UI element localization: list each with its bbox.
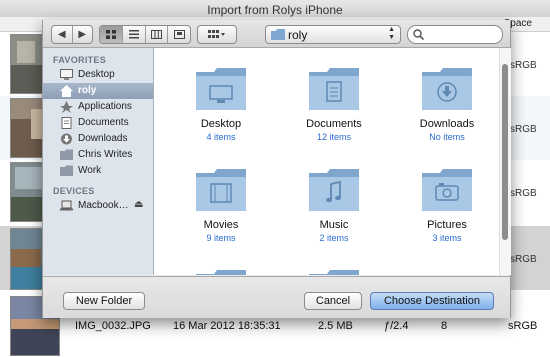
sidebar-item-label: Desktop (78, 69, 115, 80)
sidebar-item-label: roly (78, 85, 97, 96)
aperture-cell: ƒ/2.4 (384, 320, 409, 332)
color-space-cell: sRGB (510, 124, 537, 135)
home-icon (60, 85, 73, 97)
view-mode-control (99, 25, 191, 44)
folder-icon (60, 165, 73, 176)
color-space-cell: sRGB (508, 320, 538, 332)
updown-arrows-icon: ▲ ▼ (388, 26, 395, 41)
sidebar-item-macbook[interactable]: Macbook… ⏏ (43, 198, 153, 214)
folder-icon[interactable] (194, 268, 248, 275)
desktop-folder-icon (196, 68, 246, 110)
list-view-icon (128, 30, 139, 39)
back-button[interactable]: ◀ (52, 26, 73, 43)
date-cell: 16 Mar 2012 18:35:31 (173, 320, 281, 332)
chevron-right-icon: ▶ (78, 29, 87, 40)
folder-item-desktop[interactable]: Desktop 4 items (171, 66, 271, 142)
column-view-icon (150, 30, 162, 39)
sidebar-item-roly[interactable]: roly (43, 83, 153, 99)
folder-icon[interactable] (307, 268, 361, 275)
sidebar-item-chris-writes[interactable]: Chris Writes (43, 147, 153, 163)
sidebar-item-label: Downloads (78, 133, 128, 144)
movies-folder-icon (196, 169, 246, 211)
favorites-heading: FAVORITES (53, 55, 107, 65)
sidebar-item-label: Applications (78, 101, 132, 112)
window-title: Import from Rolys iPhone (207, 3, 343, 17)
folder-browser: Desktop 4 items Documents 12 items Downl… (154, 48, 499, 275)
search-field[interactable] (407, 25, 503, 44)
downloads-folder-icon (422, 68, 472, 110)
choose-destination-button[interactable]: Choose Destination (370, 292, 494, 310)
eject-icon[interactable]: ⏏ (134, 199, 143, 210)
pictures-folder-icon (422, 169, 472, 211)
scrollbar-thumb[interactable] (502, 64, 508, 240)
folder-count: No items (429, 132, 465, 142)
dialog-toolbar: ◀ ▶ roly ▲ ▼ (43, 20, 510, 48)
documents-icon (61, 117, 72, 129)
applications-icon (60, 101, 73, 113)
desktop-icon (60, 69, 73, 80)
back-forward-control: ◀ ▶ (51, 25, 93, 44)
sidebar-item-downloads[interactable]: Downloads (43, 131, 153, 147)
coverflow-view-icon (173, 30, 185, 39)
folder-item-music[interactable]: Music 2 items (284, 167, 384, 243)
column-view-button[interactable] (146, 26, 169, 43)
folder-count: 9 items (206, 233, 236, 243)
devices-heading: DEVICES (53, 186, 95, 196)
folder-item-movies[interactable]: Movies 9 items (171, 167, 271, 243)
folder-name: Pictures (427, 219, 467, 231)
folder-name: Music (319, 219, 349, 231)
icon-view-icon (105, 30, 116, 39)
color-space-cell: sRGB (510, 188, 537, 199)
folder-name: Documents (306, 118, 362, 130)
sidebar-item-work[interactable]: Work (43, 163, 153, 179)
sidebar-item-documents[interactable]: Documents (43, 115, 153, 131)
filename-cell: IMG_0032.JPG (75, 320, 151, 332)
folder-item-pictures[interactable]: Pictures 3 items (397, 167, 497, 243)
chevron-left-icon: ◀ (57, 29, 66, 40)
new-folder-button[interactable]: New Folder (63, 292, 145, 310)
count-cell: 8 (441, 320, 448, 332)
coverflow-view-button[interactable] (168, 26, 190, 43)
arrange-button[interactable] (197, 25, 237, 44)
folder-name: Desktop (200, 118, 242, 130)
folder-count: 12 items (316, 132, 351, 142)
documents-folder-icon (309, 68, 359, 110)
sidebar-item-label: Documents (78, 117, 129, 128)
folder-count: 4 items (206, 132, 236, 142)
forward-button[interactable]: ▶ (73, 26, 93, 43)
size-cell: 2.5 MB (318, 320, 353, 332)
sidebar: FAVORITES Desktop roly Applications Docu… (43, 48, 154, 275)
location-popup[interactable]: roly ▲ ▼ (265, 25, 401, 44)
grid-arrange-icon (208, 30, 225, 38)
downloads-icon (61, 133, 72, 145)
icon-view-button[interactable] (100, 26, 123, 43)
sidebar-item-label: Macbook… (78, 200, 129, 211)
dialog-button-bar: New Folder Cancel Choose Destination (43, 276, 510, 318)
sidebar-item-label: Work (78, 165, 102, 176)
folder-name: Movies (203, 219, 239, 231)
color-space-cell: sRGB (510, 254, 537, 265)
folder-item-documents[interactable]: Documents 12 items (284, 66, 384, 142)
save-dialog: ◀ ▶ roly ▲ ▼ FAVORITES Desktop roly Appl… (42, 20, 511, 318)
sidebar-item-applications[interactable]: Applications (43, 99, 153, 115)
folder-name: Downloads (419, 118, 475, 130)
folder-icon (60, 149, 73, 160)
cancel-button[interactable]: Cancel (304, 292, 362, 310)
folder-item-downloads[interactable]: Downloads No items (397, 66, 497, 142)
location-label: roly (288, 28, 308, 42)
sidebar-item-desktop[interactable]: Desktop (43, 67, 153, 83)
music-folder-icon (309, 169, 359, 211)
folder-icon (271, 29, 285, 40)
list-view-button[interactable] (123, 26, 146, 43)
vertical-scrollbar[interactable] (499, 48, 511, 275)
search-icon (413, 29, 424, 40)
folder-count: 2 items (319, 233, 349, 243)
color-space-cell: sRGB (510, 60, 537, 71)
folder-count: 3 items (432, 233, 462, 243)
laptop-icon (60, 200, 73, 211)
sidebar-item-label: Chris Writes (78, 149, 133, 160)
